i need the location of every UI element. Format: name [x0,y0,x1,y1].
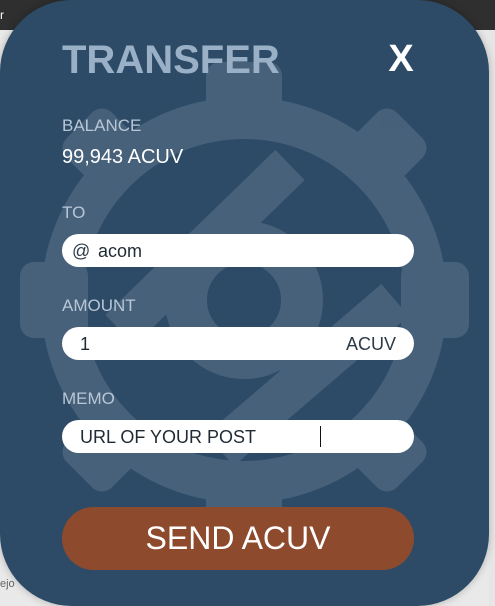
memo-field[interactable] [62,420,414,455]
balance-label: BALANCE [62,116,142,135]
at-sign-icon: @ [72,241,91,261]
modal-title: TRANSFER [62,38,280,82]
background-right-gap [489,30,495,606]
send-acuv-button[interactable]: SEND ACUV [62,507,414,570]
to-field[interactable]: @ [62,234,414,269]
amount-input[interactable] [78,327,342,362]
amount-label: AMOUNT [62,296,136,315]
close-icon[interactable]: X [385,39,417,79]
to-input[interactable] [96,234,360,269]
balance-value: 99,943 ACUV [62,146,184,168]
amount-unit: ACUV [345,334,396,354]
memo-input[interactable] [78,420,342,455]
amount-field[interactable]: ACUV [62,327,414,362]
memo-label: MEMO [62,389,115,408]
transfer-modal: TRANSFER X BALANCE 99,943 ACUV TO @ AMOU… [0,0,489,606]
to-label: TO [62,203,86,222]
page: r ejo TRANSFER X BALANCE 99,943 ACUV TO … [0,0,495,606]
text-cursor [320,426,321,447]
